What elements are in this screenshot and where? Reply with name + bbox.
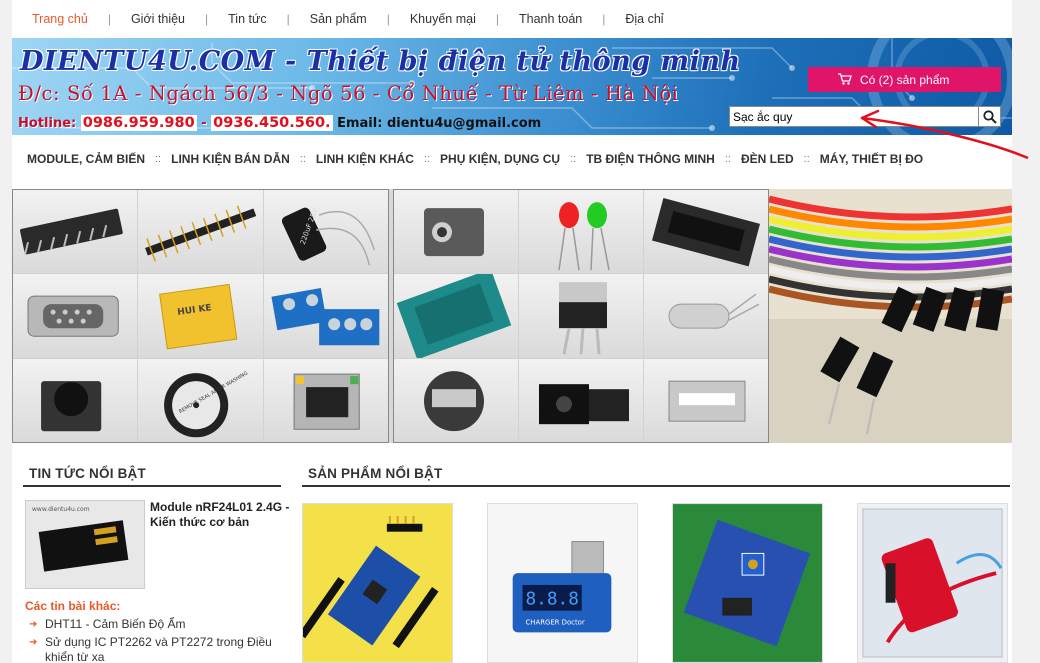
crystal-image	[644, 274, 768, 358]
zif-socket-image	[394, 274, 518, 358]
news-thumb-brand: www.dientu4u.com	[32, 506, 90, 513]
arrow-right-icon: ➜	[29, 637, 38, 648]
shopping-cart-icon	[838, 73, 852, 85]
contact-line: Hotline: 0986.959.980 - 0936.450.560. Em…	[18, 115, 541, 131]
transistor-image	[519, 274, 643, 358]
category-smart-devices[interactable]: TB ĐIỆN THÔNG MINH	[576, 152, 725, 166]
top-nav: Trang chủ | Giới thiệu | Tin tức | Sản phẩm…	[12, 0, 1012, 38]
list-item[interactable]: ➜ Sử dụng IC PT2262 và PT2272 trong Điều …	[25, 635, 290, 663]
terminal-block-image	[263, 274, 388, 358]
header-banner: DIENTU4U.COM - Thiết bị điện tử thông mi…	[12, 38, 1012, 135]
search-icon	[982, 109, 997, 124]
nav-promotions[interactable]: Khuyến mại	[390, 12, 496, 26]
nav-payment[interactable]: Thanh toán	[499, 12, 602, 26]
capacitor-image: 220uF 25V	[263, 190, 388, 274]
product-card-potentiometer-module[interactable]	[672, 503, 823, 663]
contact-email: dientu4u@gmail.com	[386, 116, 542, 131]
category-measuring-devices[interactable]: MÁY, THIẾT BỊ ĐO	[810, 152, 933, 166]
news-heading: TIN TỨC NỔI BẬT	[29, 466, 146, 481]
relay-image: HUI KE	[138, 274, 263, 358]
db9-connector-image	[13, 274, 138, 358]
ic-chip-image	[13, 190, 138, 274]
hero-panel-left: 220uF 25V HUI KE REMOVE SEAL AFTER WASHI…	[12, 189, 389, 443]
push-button-image	[13, 358, 138, 442]
pickit-programmer-image	[858, 504, 1007, 662]
category-semiconductor[interactable]: LINH KIỆN BÁN DẪN	[161, 152, 300, 166]
product-card-arduino[interactable]	[302, 503, 453, 663]
product-grid: 8.8.8 CHARGER Doctor	[302, 503, 1012, 663]
site-title: DIENTU4U.COM - Thiết bị điện tử thông mi…	[20, 46, 741, 77]
buzzer-image: REMOVE SEAL AFTER WASHING	[138, 358, 263, 442]
audio-jack-image	[394, 190, 518, 274]
nav-news[interactable]: Tin tức	[208, 12, 286, 26]
battery-holder-image	[394, 358, 518, 442]
hotline-label: Hotline:	[18, 116, 77, 131]
rj45-jack-image	[263, 358, 388, 442]
phone-dash: -	[201, 116, 207, 131]
nav-products[interactable]: Sản phẩm	[290, 12, 387, 26]
pin-header-image	[138, 190, 263, 274]
nav-about[interactable]: Giới thiệu	[111, 12, 205, 26]
search-button[interactable]	[979, 106, 1001, 127]
jumper-wires-image	[769, 189, 1012, 443]
email-label: Email:	[337, 116, 383, 131]
other-news-list: ➜ DHT11 - Cảm Biến Độ Ẩm ➜ Sử dụng IC PT22…	[25, 617, 290, 663]
product-card-pickit[interactable]	[857, 503, 1008, 663]
charger-label: CHARGER Doctor	[525, 618, 584, 626]
charger-doctor-image: 8.8.8 CHARGER Doctor	[488, 504, 637, 662]
search-input[interactable]	[729, 106, 979, 127]
category-accessories-tools[interactable]: PHỤ KIỆN, DỤNG CỤ	[430, 152, 570, 166]
arrow-right-icon: ➜	[29, 619, 38, 630]
cart-button[interactable]: Có (2) sản phẩm	[808, 67, 1001, 92]
dc-jack-image	[519, 358, 643, 442]
hero-panel-middle	[393, 189, 769, 443]
svg-text:8.8.8: 8.8.8	[525, 590, 578, 610]
news-thumbnail[interactable]: www.dientu4u.com	[25, 500, 145, 589]
led-image	[519, 190, 643, 274]
nav-address[interactable]: Địa chỉ	[605, 12, 683, 26]
cart-label: Có (2) sản phẩm	[860, 72, 950, 87]
hero-banner[interactable]: 220uF 25V HUI KE REMOVE SEAL AFTER WASHI…	[12, 189, 1012, 443]
other-news-label: Các tin bài khác:	[25, 599, 121, 613]
category-nav: MODULE, CẢM BIẾN:: LINH KIỆN BÁN DẪN:: L…	[12, 138, 1012, 180]
list-item[interactable]: ➜ DHT11 - Cảm Biến Độ Ẩm	[25, 617, 290, 632]
arduino-pro-mini-image	[303, 504, 452, 662]
usb-socket-image	[644, 358, 768, 442]
news-link[interactable]: Sử dụng IC PT2262 và PT2272 trong Điều k…	[45, 635, 272, 663]
search-box	[729, 106, 1001, 127]
potentiometer-module-image	[673, 504, 822, 662]
products-heading: SẢN PHẨM NỔI BẬT	[308, 466, 443, 481]
idc-connector-image	[644, 190, 768, 274]
news-section-header: TIN TỨC NỔI BẬT	[23, 460, 281, 487]
nav-home[interactable]: Trang chủ	[12, 12, 108, 26]
news-link[interactable]: DHT11 - Cảm Biến Độ Ẩm	[45, 617, 185, 631]
site-address: Đ/c: Số 1A - Ngách 56/3 - Ngõ 56 - Cổ Nh…	[18, 82, 679, 105]
products-section-header: SẢN PHẨM NỔI BẬT	[302, 460, 1010, 487]
page: Trang chủ | Giới thiệu | Tin tức | Sản phẩm…	[12, 0, 1012, 663]
hotline-phone-1: 0986.959.980	[80, 115, 197, 131]
category-led[interactable]: ĐÈN LED	[731, 152, 804, 166]
hotline-phone-2: 0936.450.560.	[211, 115, 333, 131]
featured-news-link[interactable]: Module nRF24L01 2.4G - Kiến thức cơ bản	[150, 500, 290, 530]
category-other-components[interactable]: LINH KIỆN KHÁC	[306, 152, 424, 166]
product-card-charger-doctor[interactable]: 8.8.8 CHARGER Doctor	[487, 503, 638, 663]
category-module-sensor[interactable]: MODULE, CẢM BIẾN	[12, 152, 155, 166]
